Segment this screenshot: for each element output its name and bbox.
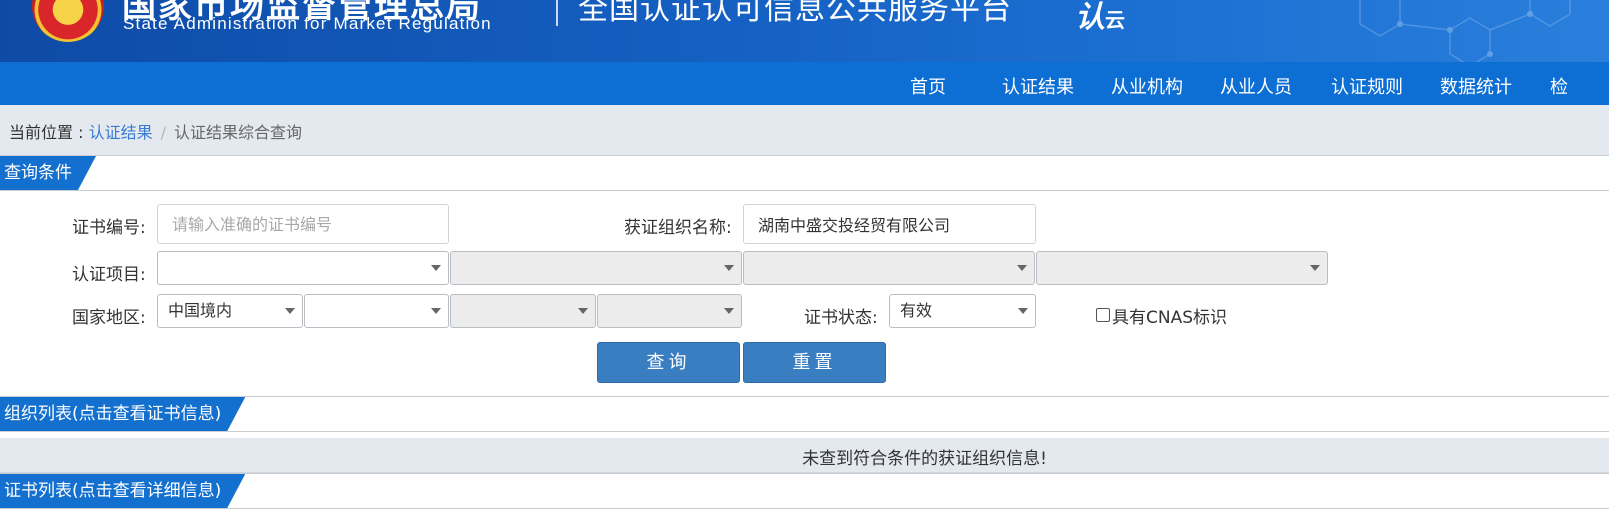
breadcrumb-separator: /	[160, 123, 166, 142]
breadcrumb: 当前位置 : 认证结果 / 认证结果综合查询	[9, 119, 302, 143]
cnas-checkbox-label[interactable]: 具有CNAS标识	[1112, 308, 1227, 328]
cert-no-label: 证书编号:	[72, 218, 146, 238]
chevron-down-icon	[285, 308, 295, 314]
chevron-down-icon	[1310, 265, 1320, 271]
project-label: 认证项目:	[72, 265, 146, 285]
org-list-empty-row: 未查到符合条件的获证组织信息!	[0, 438, 1609, 473]
agency-name-en: State Administration for Market Regulati…	[123, 14, 492, 33]
cert-list-section-header: 证书列表(点击查看详细信息)	[0, 473, 1609, 509]
nav-statistics[interactable]: 数据统计	[1440, 73, 1512, 99]
chevron-down-icon	[1017, 265, 1027, 271]
chevron-down-icon	[431, 308, 441, 314]
cloud-logo-main: 认	[1075, 0, 1105, 35]
breadcrumb-link-cert-results[interactable]: 认证结果	[89, 123, 153, 142]
cloud-logo-small: 云	[1105, 8, 1125, 32]
breadcrumb-prefix: 当前位置 :	[9, 123, 89, 142]
platform-title: 全国认证认可信息公共服务平台	[578, 0, 1012, 27]
chevron-down-icon	[431, 265, 441, 271]
query-button[interactable]: 查询	[597, 342, 740, 383]
breadcrumb-current: 认证结果综合查询	[173, 123, 302, 142]
query-section-header: 查询条件	[0, 155, 1609, 191]
cnas-checkbox-wrap: 具有CNAS标识	[1096, 303, 1227, 328]
header-banner: 国家市场监督管理总局 State Administration for Mark…	[0, 0, 1609, 62]
nav-institutions[interactable]: 从业机构	[1111, 73, 1183, 99]
project-select-1[interactable]	[157, 251, 449, 285]
region-label: 国家地区:	[72, 308, 146, 328]
cert-list-title: 证书列表(点击查看详细信息)	[0, 474, 245, 508]
status-label: 证书状态:	[804, 308, 878, 328]
banner-divider	[556, 0, 558, 26]
org-name-label: 获证组织名称:	[624, 218, 732, 238]
org-list-section-header: 组织列表(点击查看证书信息)	[0, 396, 1609, 432]
main-nav: 首页 认证结果 从业机构 从业人员 认证规则 数据统计 检	[0, 62, 1609, 105]
cnas-checkbox[interactable]	[1096, 308, 1110, 322]
breadcrumb-bar: 当前位置 : 认证结果 / 认证结果综合查询	[0, 105, 1609, 156]
project-select-4	[1036, 251, 1328, 285]
chevron-down-icon	[724, 308, 734, 314]
nav-personnel[interactable]: 从业人员	[1220, 73, 1292, 99]
cloud-logo: 认云	[1075, 0, 1125, 36]
region-select-3	[450, 294, 596, 328]
chevron-down-icon	[578, 308, 588, 314]
org-name-input[interactable]	[743, 204, 1036, 244]
org-list-title: 组织列表(点击查看证书信息)	[0, 397, 245, 431]
reset-button[interactable]: 重置	[743, 342, 886, 383]
project-select-2	[450, 251, 742, 285]
chevron-down-icon	[1018, 308, 1028, 314]
nav-cert-rules[interactable]: 认证规则	[1331, 73, 1403, 99]
national-emblem-logo	[32, 0, 104, 42]
region-select-4	[597, 294, 742, 328]
hexagon-network-decoration	[1359, 0, 1571, 62]
nav-home[interactable]: 首页	[910, 73, 946, 99]
project-select-3	[743, 251, 1035, 285]
nav-cert-results[interactable]: 认证结果	[1002, 73, 1074, 99]
query-section-title: 查询条件	[0, 156, 96, 190]
region-select-value: 中国境内	[168, 301, 233, 320]
nav-inspection[interactable]: 检	[1550, 73, 1568, 99]
org-list-empty-message: 未查到符合条件的获证组织信息!	[802, 449, 1047, 469]
region-select-2[interactable]	[304, 294, 449, 328]
region-select-1[interactable]: 中国境内	[157, 294, 303, 328]
status-select[interactable]: 有效	[889, 294, 1036, 328]
cert-no-input[interactable]	[157, 204, 449, 244]
status-select-value: 有效	[900, 301, 933, 320]
chevron-down-icon	[724, 265, 734, 271]
